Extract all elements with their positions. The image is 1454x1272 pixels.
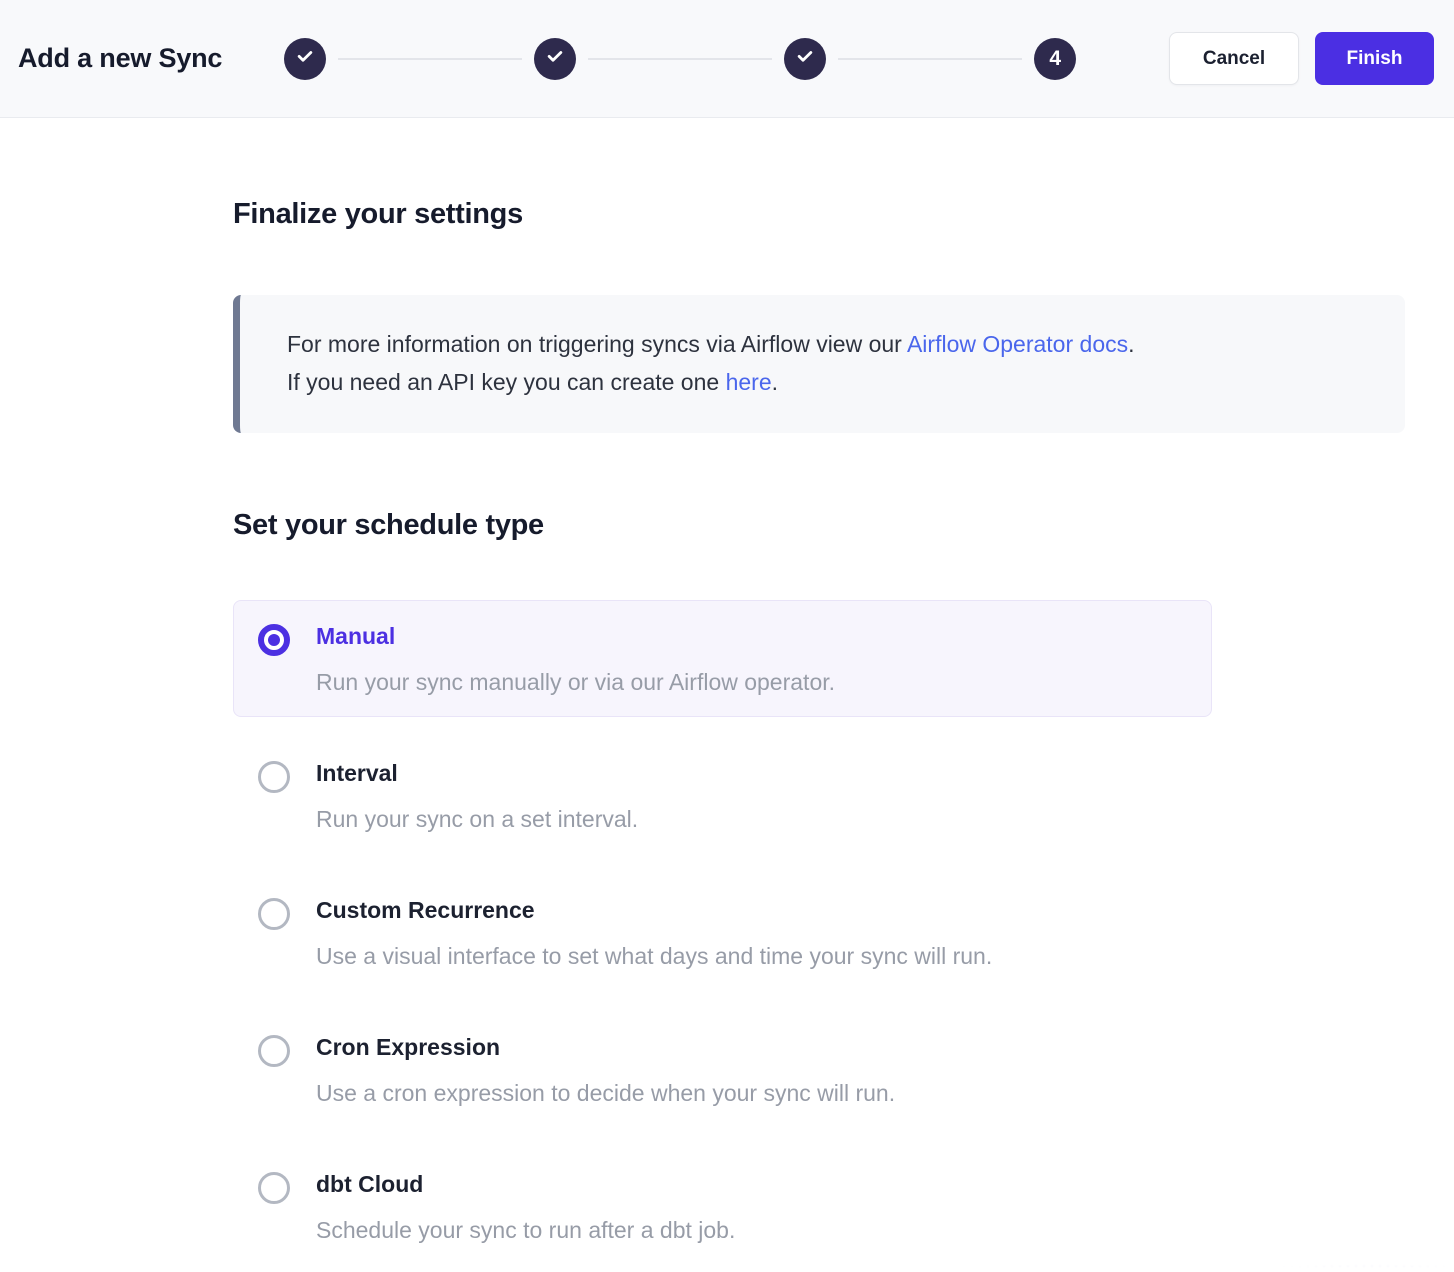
option-text: Cron Expression Use a cron expression to… [316, 1033, 895, 1107]
option-dbt-cloud[interactable]: dbt Cloud Schedule your sync to run afte… [233, 1148, 1212, 1265]
step-4-current: 4 [1034, 38, 1076, 80]
option-description: Run your sync manually or via our Airflo… [316, 668, 835, 696]
check-icon [295, 46, 315, 71]
callout-text: For more information on triggering syncs… [287, 331, 907, 357]
radio-dbt-cloud-unchecked-icon[interactable] [258, 1172, 290, 1204]
check-icon [545, 46, 565, 71]
create-api-key-link[interactable]: here [726, 369, 772, 395]
cancel-button[interactable]: Cancel [1169, 32, 1299, 85]
step-connector [838, 58, 1022, 60]
option-text: dbt Cloud Schedule your sync to run afte… [316, 1170, 735, 1244]
radio-interval-unchecked-icon[interactable] [258, 761, 290, 793]
step-3-complete [784, 38, 826, 80]
wizard-header: Add a new Sync 4 Cancel Finish [0, 0, 1454, 118]
option-text: Manual Run your sync manually or via our… [316, 622, 835, 696]
page-title: Add a new Sync [18, 43, 222, 74]
option-label: Interval [316, 759, 638, 787]
option-description: Use a cron expression to decide when you… [316, 1079, 895, 1107]
option-label: Cron Expression [316, 1033, 895, 1061]
option-description: Schedule your sync to run after a dbt jo… [316, 1216, 735, 1244]
schedule-type-heading: Set your schedule type [233, 509, 1454, 542]
option-label: Custom Recurrence [316, 896, 992, 924]
option-label: dbt Cloud [316, 1170, 735, 1198]
header-actions: Cancel Finish [1169, 32, 1434, 85]
info-callout: For more information on triggering syncs… [233, 295, 1405, 433]
option-custom-recurrence[interactable]: Custom Recurrence Use a visual interface… [233, 874, 1212, 991]
step-connector [338, 58, 522, 60]
radio-cron-expression-unchecked-icon[interactable] [258, 1035, 290, 1067]
finish-button[interactable]: Finish [1315, 32, 1434, 85]
option-text: Interval Run your sync on a set interval… [316, 759, 638, 833]
option-cron-expression[interactable]: Cron Expression Use a cron expression to… [233, 1011, 1212, 1128]
step-1-complete [284, 38, 326, 80]
option-manual[interactable]: Manual Run your sync manually or via our… [233, 600, 1212, 717]
check-icon [795, 46, 815, 71]
radio-manual-checked-icon[interactable] [258, 624, 290, 656]
wizard-stepper: 4 [284, 38, 1076, 80]
option-description: Run your sync on a set interval. [316, 805, 638, 833]
radio-custom-recurrence-unchecked-icon[interactable] [258, 898, 290, 930]
main-content: Finalize your settings For more informat… [0, 198, 1454, 1265]
finalize-settings-heading: Finalize your settings [233, 198, 1454, 231]
option-label: Manual [316, 622, 835, 650]
callout-text: If you need an API key you can create on… [287, 369, 726, 395]
callout-text: . [1128, 331, 1134, 357]
callout-text: . [772, 369, 778, 395]
option-description: Use a visual interface to set what days … [316, 942, 992, 970]
airflow-operator-docs-link[interactable]: Airflow Operator docs [907, 331, 1128, 357]
schedule-type-options: Manual Run your sync manually or via our… [233, 600, 1212, 1265]
step-2-complete [534, 38, 576, 80]
step-connector [588, 58, 772, 60]
step-number: 4 [1049, 47, 1061, 71]
option-text: Custom Recurrence Use a visual interface… [316, 896, 992, 970]
option-interval[interactable]: Interval Run your sync on a set interval… [233, 737, 1212, 854]
